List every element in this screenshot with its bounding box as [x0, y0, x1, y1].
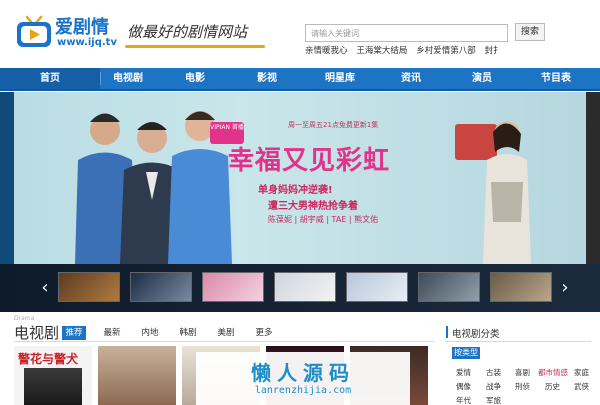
tab-more[interactable]: 更多 — [252, 326, 276, 340]
site-logo[interactable]: 爱剧情 www.ijq.tv 做最好的剧情网站 — [15, 9, 265, 57]
nav-item-schedule[interactable]: 节目表 — [522, 68, 590, 89]
thumbnail[interactable] — [130, 272, 192, 302]
nav-item-tv[interactable]: 电视剧 — [100, 68, 156, 89]
tab-korean[interactable]: 韩剧 — [176, 326, 200, 340]
watermark-text: 懒人源码 — [251, 361, 355, 385]
banner-cast: 陈葆妮 | 胡宇威 | TAE | 熊文佑 — [268, 215, 379, 224]
tab-mainland[interactable]: 内地 — [138, 326, 162, 340]
section-title: 电视剧 — [14, 324, 60, 342]
slogan-underline — [125, 45, 265, 48]
tab-recommended[interactable]: 推荐 — [62, 326, 86, 340]
section-divider — [14, 341, 434, 342]
hot-search-links: 亲情暖我心 王海棠大结局 乡村爱情第八部 封扌 — [305, 44, 545, 58]
poster-image — [24, 368, 82, 405]
thumbnail[interactable] — [490, 272, 552, 302]
chevron-right-icon[interactable]: › — [558, 278, 572, 298]
nav-item-movie[interactable]: 电影 — [163, 68, 227, 89]
sidebar-title: 电视剧分类 — [452, 329, 500, 340]
nav-item-film[interactable]: 影视 — [236, 68, 298, 89]
site-name: 爱剧情 — [55, 17, 109, 38]
tv-logo-icon — [17, 15, 51, 47]
genre-link[interactable]: 历史 — [545, 381, 560, 392]
poster-title: 警花与警犬 — [18, 352, 79, 366]
chevron-left-icon[interactable]: ‹ — [38, 278, 52, 298]
hot-link[interactable]: 封扌 — [485, 46, 502, 56]
site-slogan: 做最好的剧情网站 — [127, 23, 248, 41]
nav-item-stars[interactable]: 明星库 — [305, 68, 375, 89]
drama-poster[interactable]: 警花与警犬 — [14, 346, 92, 405]
genre-link[interactable]: 古装 — [486, 367, 501, 378]
sidebar-accent — [446, 326, 448, 338]
tab-american[interactable]: 美剧 — [214, 326, 238, 340]
thumbnail[interactable] — [274, 272, 336, 302]
sidebar-divider — [446, 341, 591, 342]
genre-type-label: 按类型 — [452, 347, 480, 359]
search-button[interactable]: 搜索 — [515, 23, 545, 41]
site-domain: www.ijq.tv — [57, 37, 117, 48]
banner-edge — [0, 92, 14, 264]
banner-schedule: 周一至周五21点免费更新1集 — [288, 121, 379, 129]
hero-banner[interactable]: VIPIAN 首播 周一至周五21点免费更新1集 幸福又见彩虹 单身妈妈冲逆袭!… — [0, 92, 600, 264]
thumbnail[interactable] — [202, 272, 264, 302]
genre-link[interactable]: 家庭 — [574, 367, 589, 378]
genre-link-highlight[interactable]: 都市情感 — [538, 367, 568, 378]
hot-link[interactable]: 亲情暖我心 — [305, 46, 348, 56]
hot-link[interactable]: 乡村爱情第八部 — [416, 46, 476, 56]
genre-link[interactable]: 武侠 — [574, 381, 589, 392]
banner-headline: 幸福又见彩虹 — [228, 146, 391, 176]
thumbnail[interactable] — [418, 272, 480, 302]
genre-link[interactable]: 喜剧 — [515, 367, 530, 378]
section-subtitle: Drama — [14, 315, 35, 322]
nav-item-home[interactable]: 首页 — [0, 68, 100, 89]
hot-link[interactable]: 王海棠大结局 — [356, 46, 407, 56]
nav-item-news[interactable]: 资讯 — [378, 68, 444, 89]
genre-link[interactable]: 刑侦 — [515, 381, 530, 392]
search-input[interactable]: 请输入关键词 — [305, 24, 508, 42]
nav-item-actors[interactable]: 演员 — [450, 68, 514, 89]
genre-link[interactable]: 爱情 — [456, 367, 471, 378]
thumbnail[interactable] — [58, 272, 120, 302]
genre-link[interactable]: 偶像 — [456, 381, 471, 392]
genre-link[interactable]: 年代 — [456, 395, 471, 405]
watermark-url: lanrenzhijia.com — [254, 385, 352, 396]
banner-thumbnail-strip: ‹ › — [0, 264, 600, 312]
genre-link[interactable]: 军旅 — [486, 395, 501, 405]
thumbnail[interactable] — [346, 272, 408, 302]
main-nav: 首页 电视剧 电影 影视 明星库 资讯 演员 节目表 — [0, 68, 600, 91]
banner-tagline: 遭三大男神热抢争着 — [268, 201, 358, 212]
site-header: 爱剧情 www.ijq.tv 做最好的剧情网站 请输入关键词 搜索 亲情暖我心 … — [0, 0, 600, 68]
banner-tagline: 单身妈妈冲逆袭! — [258, 185, 333, 196]
genre-link[interactable]: 战争 — [486, 381, 501, 392]
drama-poster[interactable] — [98, 346, 176, 405]
watermark: 懒人源码 lanrenzhijia.com — [196, 352, 410, 405]
banner-actress-image — [455, 121, 531, 264]
banner-edge — [586, 92, 600, 264]
tab-latest[interactable]: 最新 — [100, 326, 124, 340]
